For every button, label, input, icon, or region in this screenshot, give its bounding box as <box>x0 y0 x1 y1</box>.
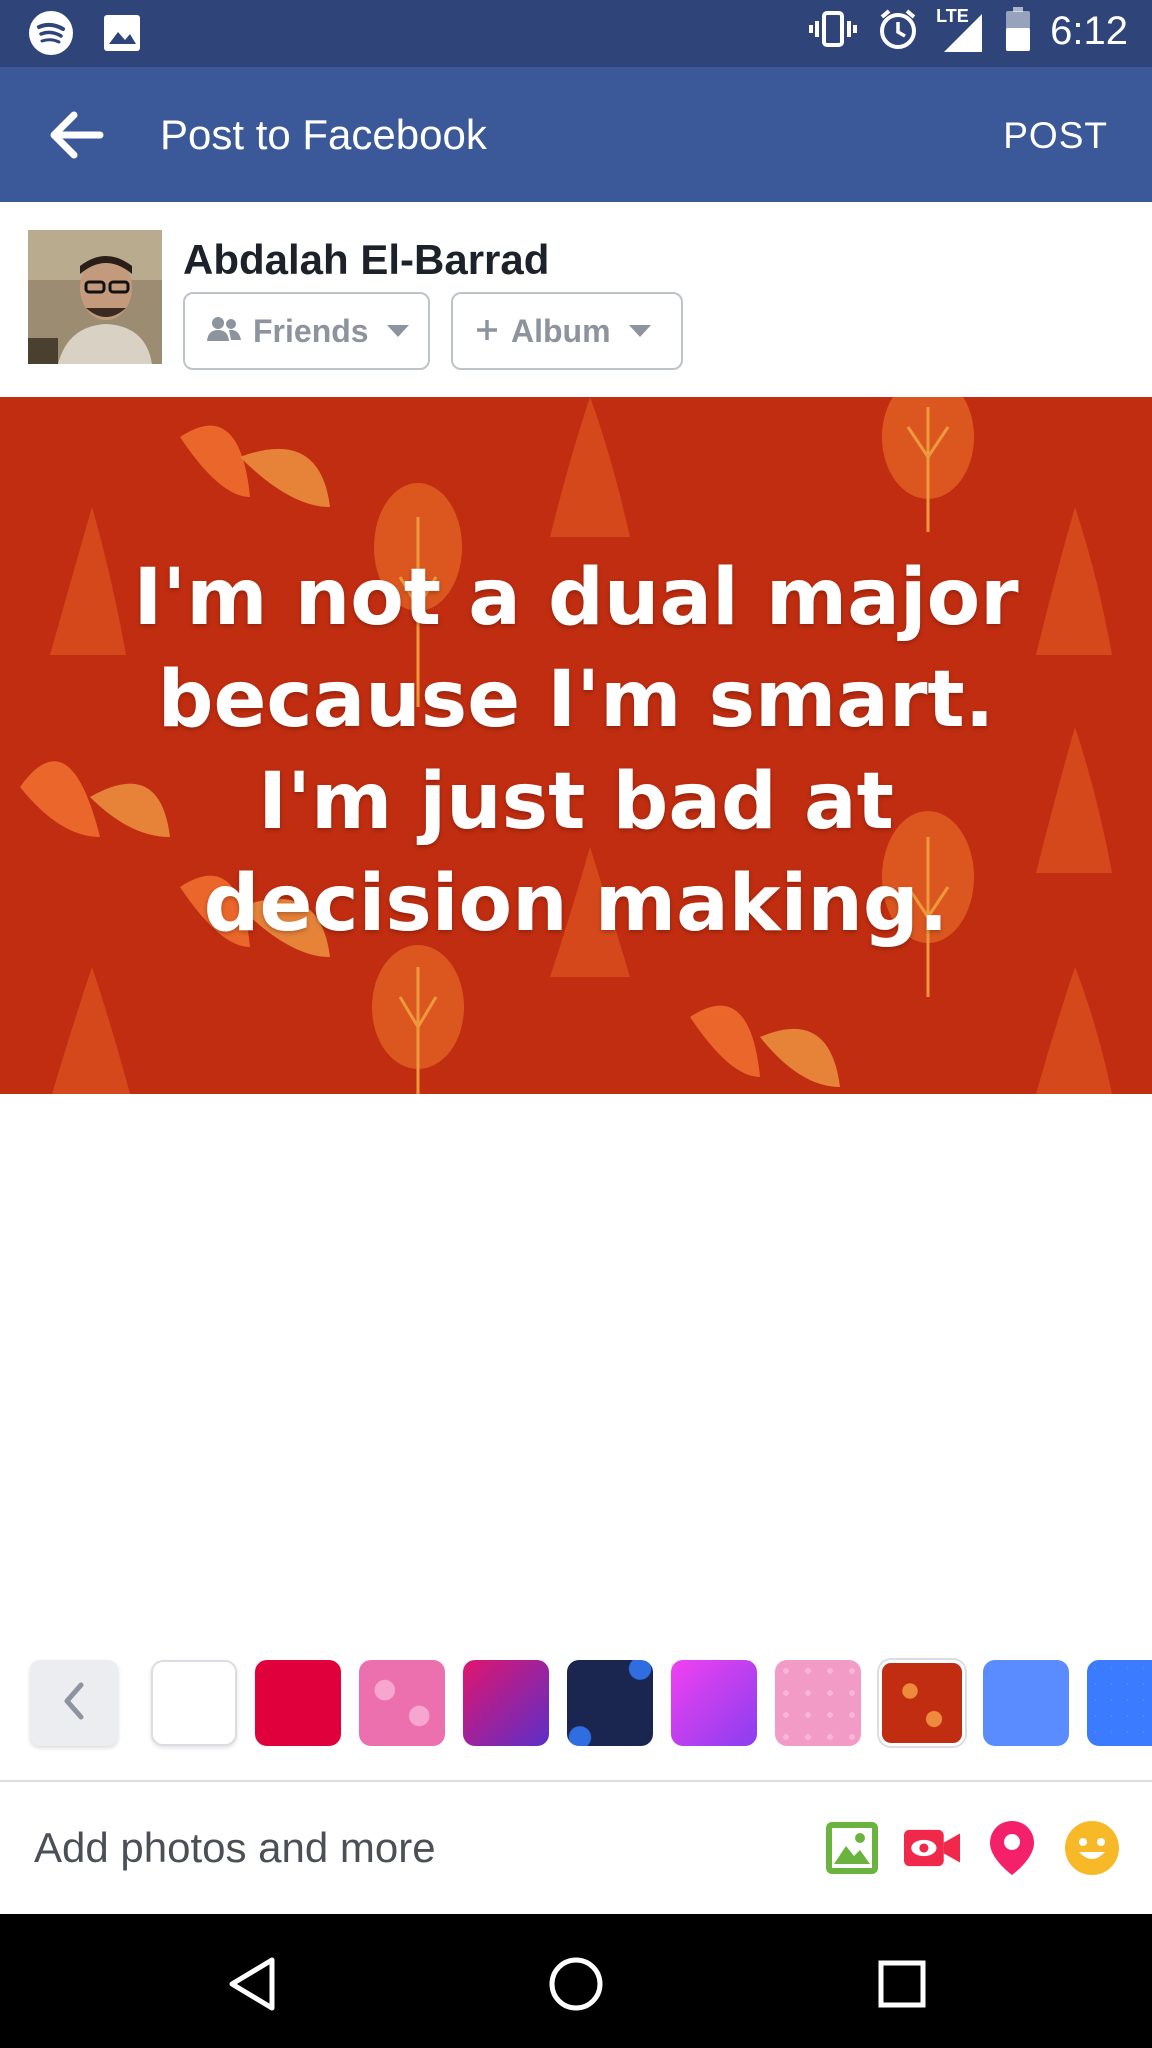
background-picker <box>0 1660 1152 1746</box>
add-photos-label[interactable]: Add photos and more <box>34 1824 436 1872</box>
network-type-label: LTE <box>936 5 969 26</box>
page-title: Post to Facebook <box>160 111 487 158</box>
background-swatch-purple-gradient[interactable] <box>671 1660 757 1746</box>
post-background-canvas[interactable]: I'm not a dual major because I'm smart. … <box>0 397 1152 1094</box>
chevron-down-icon <box>628 325 651 337</box>
background-swatch-blue[interactable] <box>983 1660 1069 1746</box>
privacy-label: Friends <box>253 312 369 349</box>
back-arrow-icon[interactable] <box>46 107 106 163</box>
composer-header: Abdalah El-Barrad Friends Album <box>0 202 1152 397</box>
signal-icon: LTE <box>936 6 986 54</box>
background-swatch-pink-pattern[interactable] <box>775 1660 861 1746</box>
background-swatch-dark-navy-pattern[interactable] <box>567 1660 653 1746</box>
add-to-post-bar[interactable]: Add photos and more <box>0 1780 1152 1914</box>
privacy-selector[interactable]: Friends <box>183 292 430 370</box>
status-left-icons <box>28 10 142 61</box>
picker-collapse-button[interactable] <box>30 1660 118 1746</box>
background-swatch-blue-sparkle[interactable] <box>1087 1660 1152 1746</box>
plus-icon <box>475 313 499 350</box>
battery-icon <box>1004 6 1032 57</box>
home-circle-icon[interactable] <box>546 1954 606 2014</box>
friends-icon <box>207 313 241 350</box>
live-video-icon[interactable] <box>904 1820 960 1876</box>
add-bar-icons <box>824 1820 1120 1876</box>
background-swatch-red[interactable] <box>255 1660 341 1746</box>
alarm-icon <box>876 7 920 56</box>
background-swatch-white[interactable] <box>151 1660 237 1746</box>
background-swatch-pink-hearts[interactable] <box>359 1660 445 1746</box>
back-triangle-icon[interactable] <box>222 1954 282 2014</box>
chevron-down-icon <box>386 325 409 337</box>
system-nav-bar <box>0 1914 1152 2048</box>
background-swatch-magenta-purple-gradient[interactable] <box>463 1660 549 1746</box>
status-right-icons: LTE 6:12 <box>808 6 1128 57</box>
album-selector[interactable]: Album <box>451 292 683 370</box>
status-bar: LTE 6:12 <box>0 0 1152 67</box>
app-header: Post to Facebook POST <box>0 67 1152 202</box>
album-label: Album <box>511 312 611 349</box>
post-text[interactable]: I'm not a dual major because I'm smart. … <box>110 547 1042 955</box>
user-name: Abdalah El-Barrad <box>183 236 550 283</box>
recents-square-icon[interactable] <box>872 1954 932 2014</box>
avatar <box>28 230 162 364</box>
feeling-emoji-icon[interactable] <box>1064 1820 1120 1876</box>
spotify-icon <box>28 10 74 61</box>
location-pin-icon[interactable] <box>984 1820 1040 1876</box>
post-button[interactable]: POST <box>1003 115 1108 157</box>
status-time: 6:12 <box>1050 9 1128 53</box>
image-icon <box>102 13 142 58</box>
chevron-left-icon <box>59 1681 89 1726</box>
vibrate-icon <box>808 9 858 54</box>
background-swatch-autumn-leaves[interactable] <box>879 1660 965 1746</box>
photo-icon[interactable] <box>824 1820 880 1876</box>
